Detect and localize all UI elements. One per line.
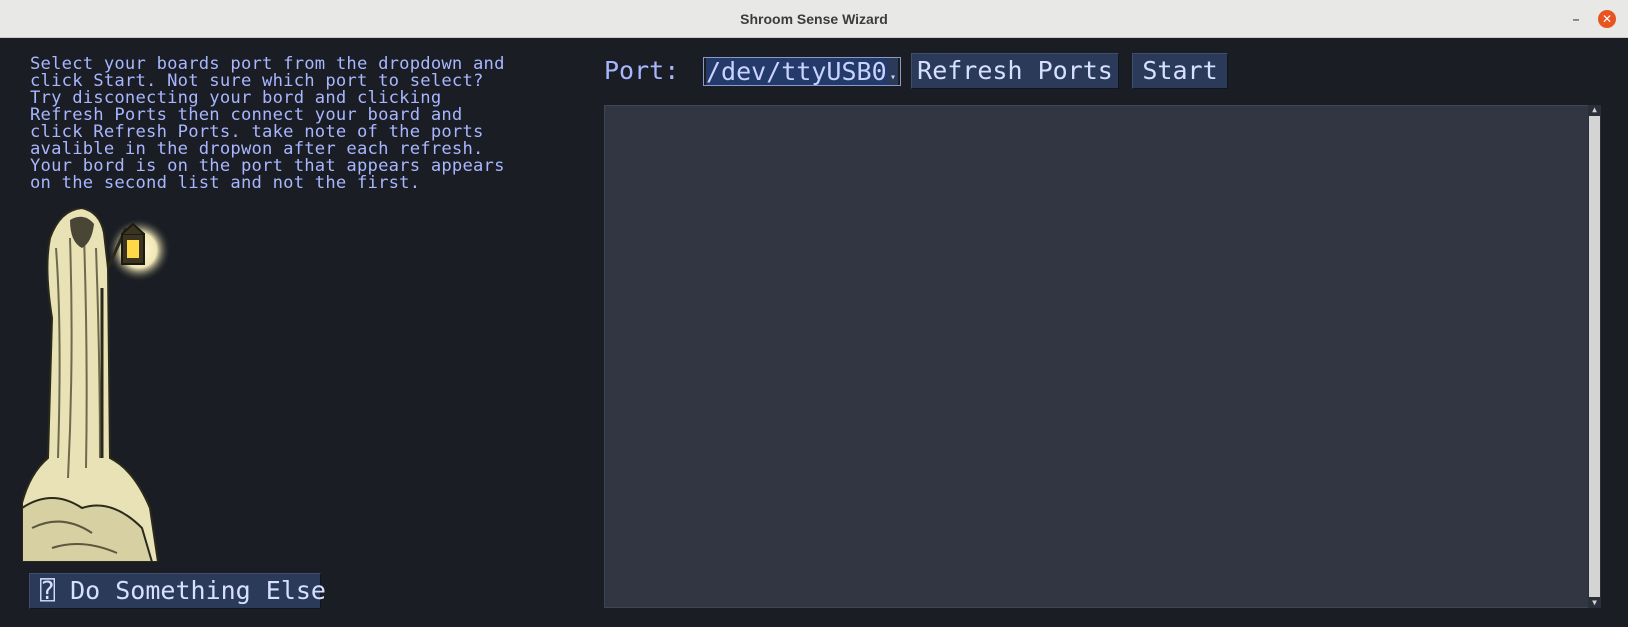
port-dropdown[interactable]: /dev/ttyUSB0 ▾ <box>703 57 901 86</box>
minimize-button[interactable]: – <box>1566 9 1586 29</box>
instructions-text: Select your boards port from the dropdow… <box>30 54 505 193</box>
do-something-else-button[interactable]: ⍰ Do Something Else <box>29 573 326 609</box>
scroll-down-icon[interactable]: ▼ <box>1588 598 1601 608</box>
refresh-ports-button[interactable]: Refresh Ports <box>911 53 1119 89</box>
scroll-up-icon[interactable]: ▲ <box>1588 105 1601 115</box>
port-selected-value: /dev/ttyUSB0 <box>706 58 888 85</box>
scrollbar-thumb[interactable] <box>1589 116 1600 597</box>
app-window: Shroom Sense Wizard – ✕ Select your boar… <box>0 0 1628 627</box>
chevron-down-icon[interactable]: ▾ <box>888 58 898 85</box>
window-title: Shroom Sense Wizard <box>740 11 888 27</box>
start-button[interactable]: Start <box>1132 53 1228 89</box>
port-label: Port: <box>604 56 680 85</box>
output-console[interactable] <box>604 105 1600 608</box>
output-scrollbar[interactable]: ▲ ▼ <box>1588 105 1601 608</box>
title-bar: Shroom Sense Wizard – ✕ <box>0 0 1628 38</box>
close-button[interactable]: ✕ <box>1598 10 1616 28</box>
wizard-image <box>22 208 171 562</box>
